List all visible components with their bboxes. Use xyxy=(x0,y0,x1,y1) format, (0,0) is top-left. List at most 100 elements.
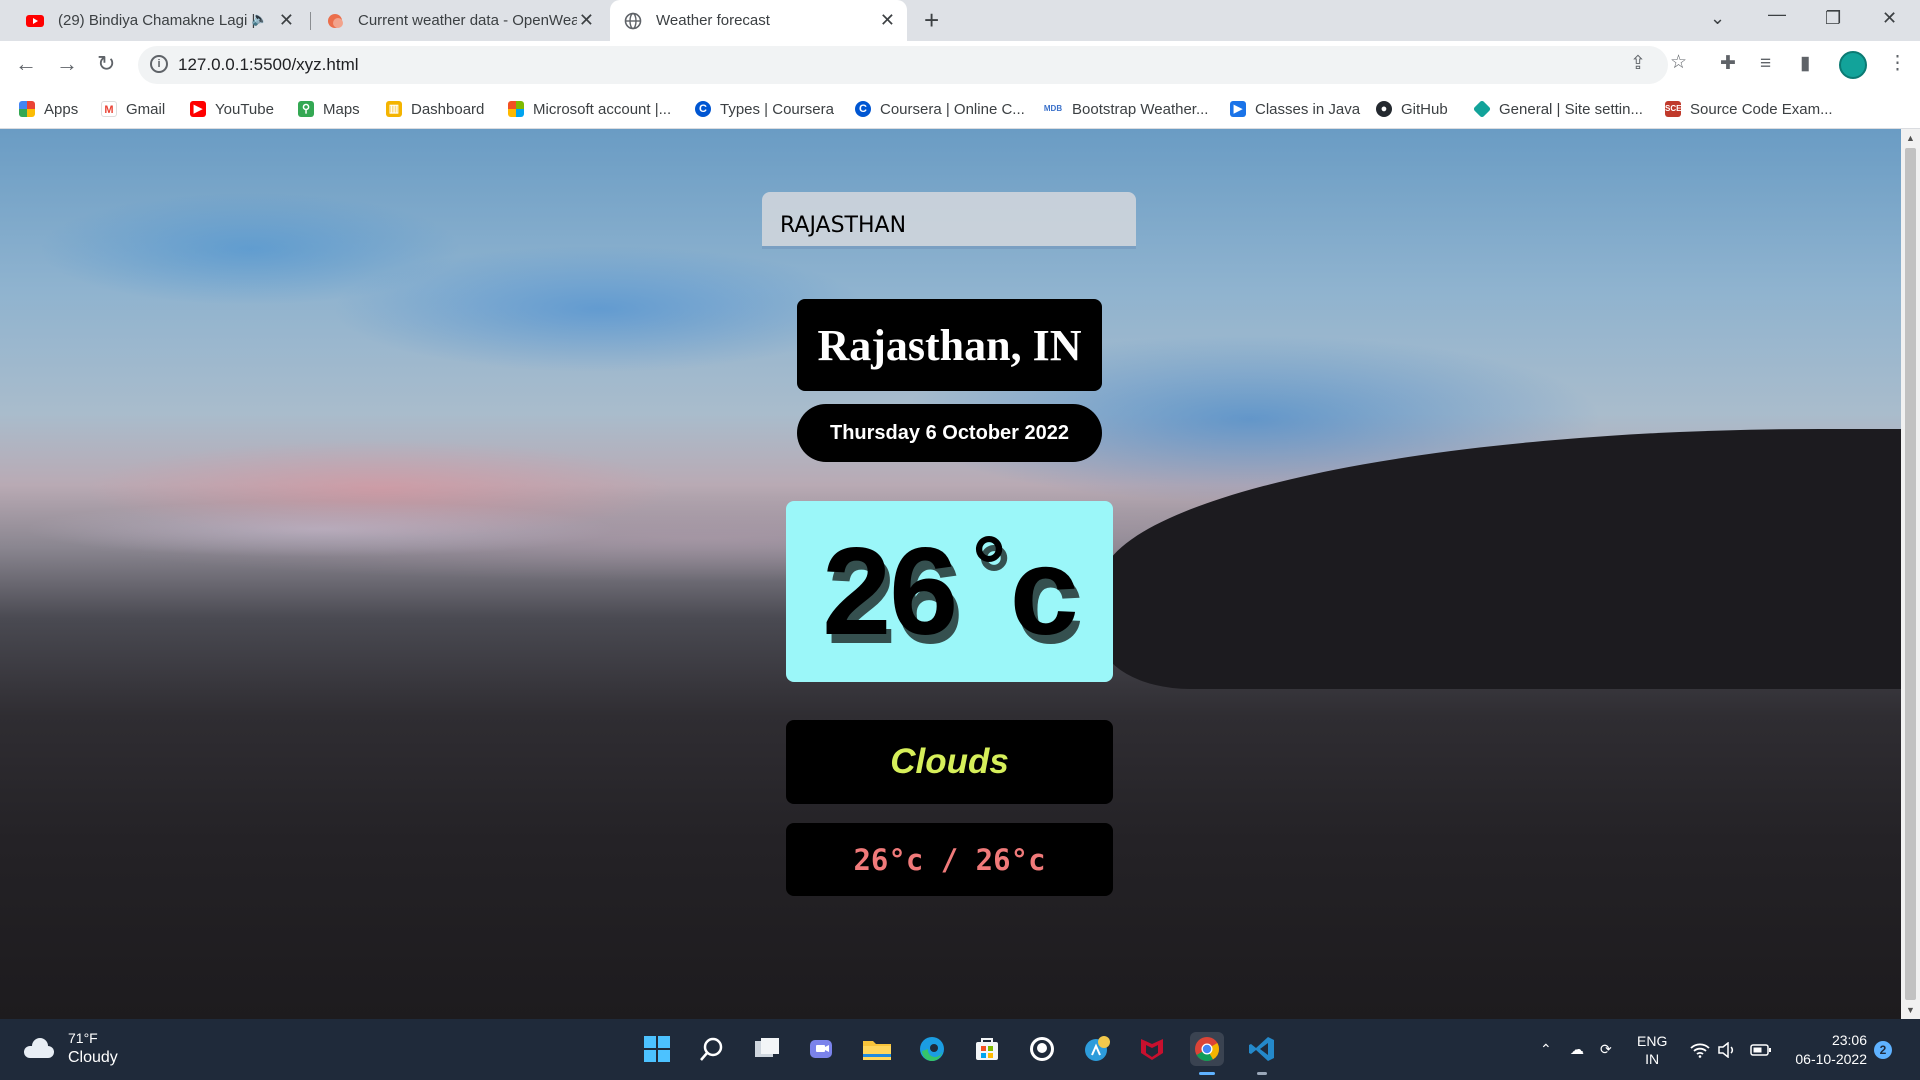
cloud-icon xyxy=(22,1038,56,1058)
bookmark-github[interactable]: ● GitHub xyxy=(1376,89,1448,129)
bookmark-coursera-types[interactable]: C Types | Coursera xyxy=(695,89,834,129)
audio-playing-icon[interactable]: 🔈 xyxy=(252,11,268,27)
bookmark-label: Dashboard xyxy=(411,100,485,118)
tab-openweather[interactable]: Current weather data - OpenWea ✕ xyxy=(326,0,606,41)
pinned-app-icon[interactable] xyxy=(1080,1032,1114,1066)
show-hidden-icons[interactable]: ⌃ xyxy=(1540,1019,1552,1080)
system-clock[interactable]: 23:06 06-10-2022 xyxy=(1787,1031,1867,1069)
scroll-up-icon[interactable]: ▲ xyxy=(1906,133,1915,143)
region-code: IN xyxy=(1645,1050,1660,1067)
bookmark-youtube[interactable]: ▶ YouTube xyxy=(190,89,274,129)
share-icon[interactable]: ⇪ xyxy=(1630,54,1646,74)
close-tab-icon[interactable]: ✕ xyxy=(279,10,294,30)
bookmark-coursera-online[interactable]: C Coursera | Online C... xyxy=(855,89,1025,129)
url-text[interactable]: 127.0.0.1:5500/xyz.html xyxy=(178,55,359,75)
bookmark-label: General | Site settin... xyxy=(1499,100,1643,118)
bookmark-label: Classes in Java xyxy=(1255,100,1361,118)
volume-icon[interactable] xyxy=(1718,1019,1736,1080)
language-indicator[interactable]: ENG IN xyxy=(1637,1019,1667,1080)
github-icon: ● xyxy=(1376,101,1392,117)
weather-page: Rajasthan, IN Thursday 6 October 2022 26… xyxy=(0,129,1901,1019)
mcafee-icon[interactable] xyxy=(1135,1032,1169,1066)
bookmark-apps[interactable]: Apps xyxy=(19,89,78,129)
temperature-value: 26 xyxy=(822,522,958,661)
close-window-icon[interactable]: ✕ xyxy=(1882,8,1897,29)
battery-icon[interactable] xyxy=(1750,1019,1772,1080)
bookmark-source-code[interactable]: SCE Source Code Exam... xyxy=(1665,89,1833,129)
clock-time: 23:06 xyxy=(1831,1032,1867,1048)
teams-chat-icon[interactable] xyxy=(805,1032,839,1066)
tab-search-chevron-icon[interactable]: ⌄ xyxy=(1710,8,1725,29)
bookmark-bootstrap-weather[interactable]: MDB Bootstrap Weather... xyxy=(1043,89,1208,129)
menu-kebab-icon[interactable]: ⋮ xyxy=(1888,54,1907,74)
bookmark-dashboard[interactable]: ▥ Dashboard xyxy=(386,89,484,129)
tab-title: (29) Bindiya Chamakne Lagi | xyxy=(58,12,256,29)
file-explorer-icon[interactable] xyxy=(860,1032,894,1066)
page-scrollbar[interactable]: ▲ ▼ xyxy=(1901,129,1920,1019)
tab-strip: (29) Bindiya Chamakne Lagi | 🔈 ✕ Current… xyxy=(0,0,1920,41)
bookmark-star-icon[interactable]: ☆ xyxy=(1670,53,1687,73)
task-view-icon[interactable] xyxy=(750,1032,784,1066)
back-button[interactable]: ← xyxy=(15,53,37,75)
tab-title: Current weather data - OpenWea xyxy=(358,12,577,29)
taskbar-weather-widget[interactable]: 71°F Cloudy xyxy=(22,1029,118,1067)
search-icon[interactable] xyxy=(695,1032,729,1066)
coursera-icon: C xyxy=(695,101,711,117)
profile-avatar[interactable] xyxy=(1839,51,1867,79)
temperature-card: 26 °c xyxy=(786,501,1113,682)
browser-toolbar: ← → ↻ i 127.0.0.1:5500/xyz.html ⇪ ☆ ✚ ≡ … xyxy=(0,41,1920,89)
forward-button[interactable]: → xyxy=(56,53,78,75)
youtube-icon xyxy=(26,15,44,27)
current-date: Thursday 6 October 2022 xyxy=(797,404,1102,462)
bookmark-site-settings[interactable]: General | Site settin... xyxy=(1472,89,1643,129)
weather-desc: Cloudy xyxy=(68,1049,118,1066)
vscode-icon[interactable] xyxy=(1245,1032,1279,1075)
tab-weather-forecast[interactable]: Weather forecast ✕ xyxy=(610,0,907,41)
wifi-icon[interactable] xyxy=(1690,1019,1710,1080)
chrome-icon[interactable] xyxy=(1190,1032,1224,1075)
close-tab-icon[interactable]: ✕ xyxy=(880,10,895,30)
bookmark-classes-java[interactable]: ▶ Classes in Java xyxy=(1230,89,1360,129)
new-tab-button[interactable]: + xyxy=(924,7,939,33)
bookmark-label: Types | Coursera xyxy=(720,100,834,118)
bookmark-microsoft[interactable]: Microsoft account |... xyxy=(508,89,671,129)
bookmarks-bar: Apps M Gmail ▶ YouTube ⚲ Maps ▥ Dashboard Mi… xyxy=(0,89,1920,129)
bookmark-maps[interactable]: ⚲ Maps xyxy=(298,89,360,129)
microsoft-store-icon[interactable] xyxy=(970,1032,1004,1066)
restore-icon[interactable]: ❐ xyxy=(1825,8,1841,29)
notification-badge[interactable]: 2 xyxy=(1874,1041,1892,1059)
close-tab-icon[interactable]: ✕ xyxy=(579,10,594,30)
temperature-unit: c xyxy=(1009,522,1079,661)
bookmark-label: YouTube xyxy=(215,100,274,118)
extensions-icon[interactable]: ✚ xyxy=(1720,54,1736,74)
address-bar[interactable]: i 127.0.0.1:5500/xyz.html ⇪ ☆ xyxy=(138,46,1687,84)
reload-button[interactable]: ↻ xyxy=(97,53,115,75)
github-desktop-icon[interactable] xyxy=(1025,1032,1059,1066)
onedrive-icon[interactable]: ☁ xyxy=(1570,1019,1584,1080)
start-menu-icon[interactable] xyxy=(640,1032,674,1066)
edge-browser-icon[interactable] xyxy=(915,1032,949,1066)
bookmark-label: Source Code Exam... xyxy=(1690,100,1833,118)
language-code: ENG xyxy=(1637,1032,1668,1049)
background-hill xyxy=(1100,429,1901,689)
bookmark-gmail[interactable]: M Gmail xyxy=(101,89,165,129)
microsoft-icon xyxy=(508,101,524,117)
sync-icon[interactable]: ⟳ xyxy=(1600,1019,1612,1080)
side-panel-icon[interactable]: ▮ xyxy=(1800,54,1810,74)
video-icon: ▶ xyxy=(1230,101,1246,117)
scrollbar-thumb[interactable] xyxy=(1905,148,1916,1000)
city-search-input[interactable] xyxy=(762,192,1136,249)
tab-youtube[interactable]: (29) Bindiya Chamakne Lagi | 🔈 ✕ xyxy=(26,0,306,41)
scroll-down-icon[interactable]: ▼ xyxy=(1906,1005,1915,1015)
tab-title: Weather forecast xyxy=(656,12,770,29)
site-info-icon[interactable]: i xyxy=(150,55,168,73)
bookmark-label: Gmail xyxy=(126,100,166,118)
globe-icon xyxy=(624,12,642,30)
openweather-icon xyxy=(328,14,343,28)
media-queue-icon[interactable]: ≡ xyxy=(1760,54,1771,74)
clock-date: 06-10-2022 xyxy=(1795,1051,1867,1067)
minimize-icon[interactable]: — xyxy=(1768,4,1786,25)
dashboard-icon: ▥ xyxy=(386,101,402,117)
weather-temp: 71°F xyxy=(68,1030,98,1046)
site-settings-icon xyxy=(1472,99,1492,119)
